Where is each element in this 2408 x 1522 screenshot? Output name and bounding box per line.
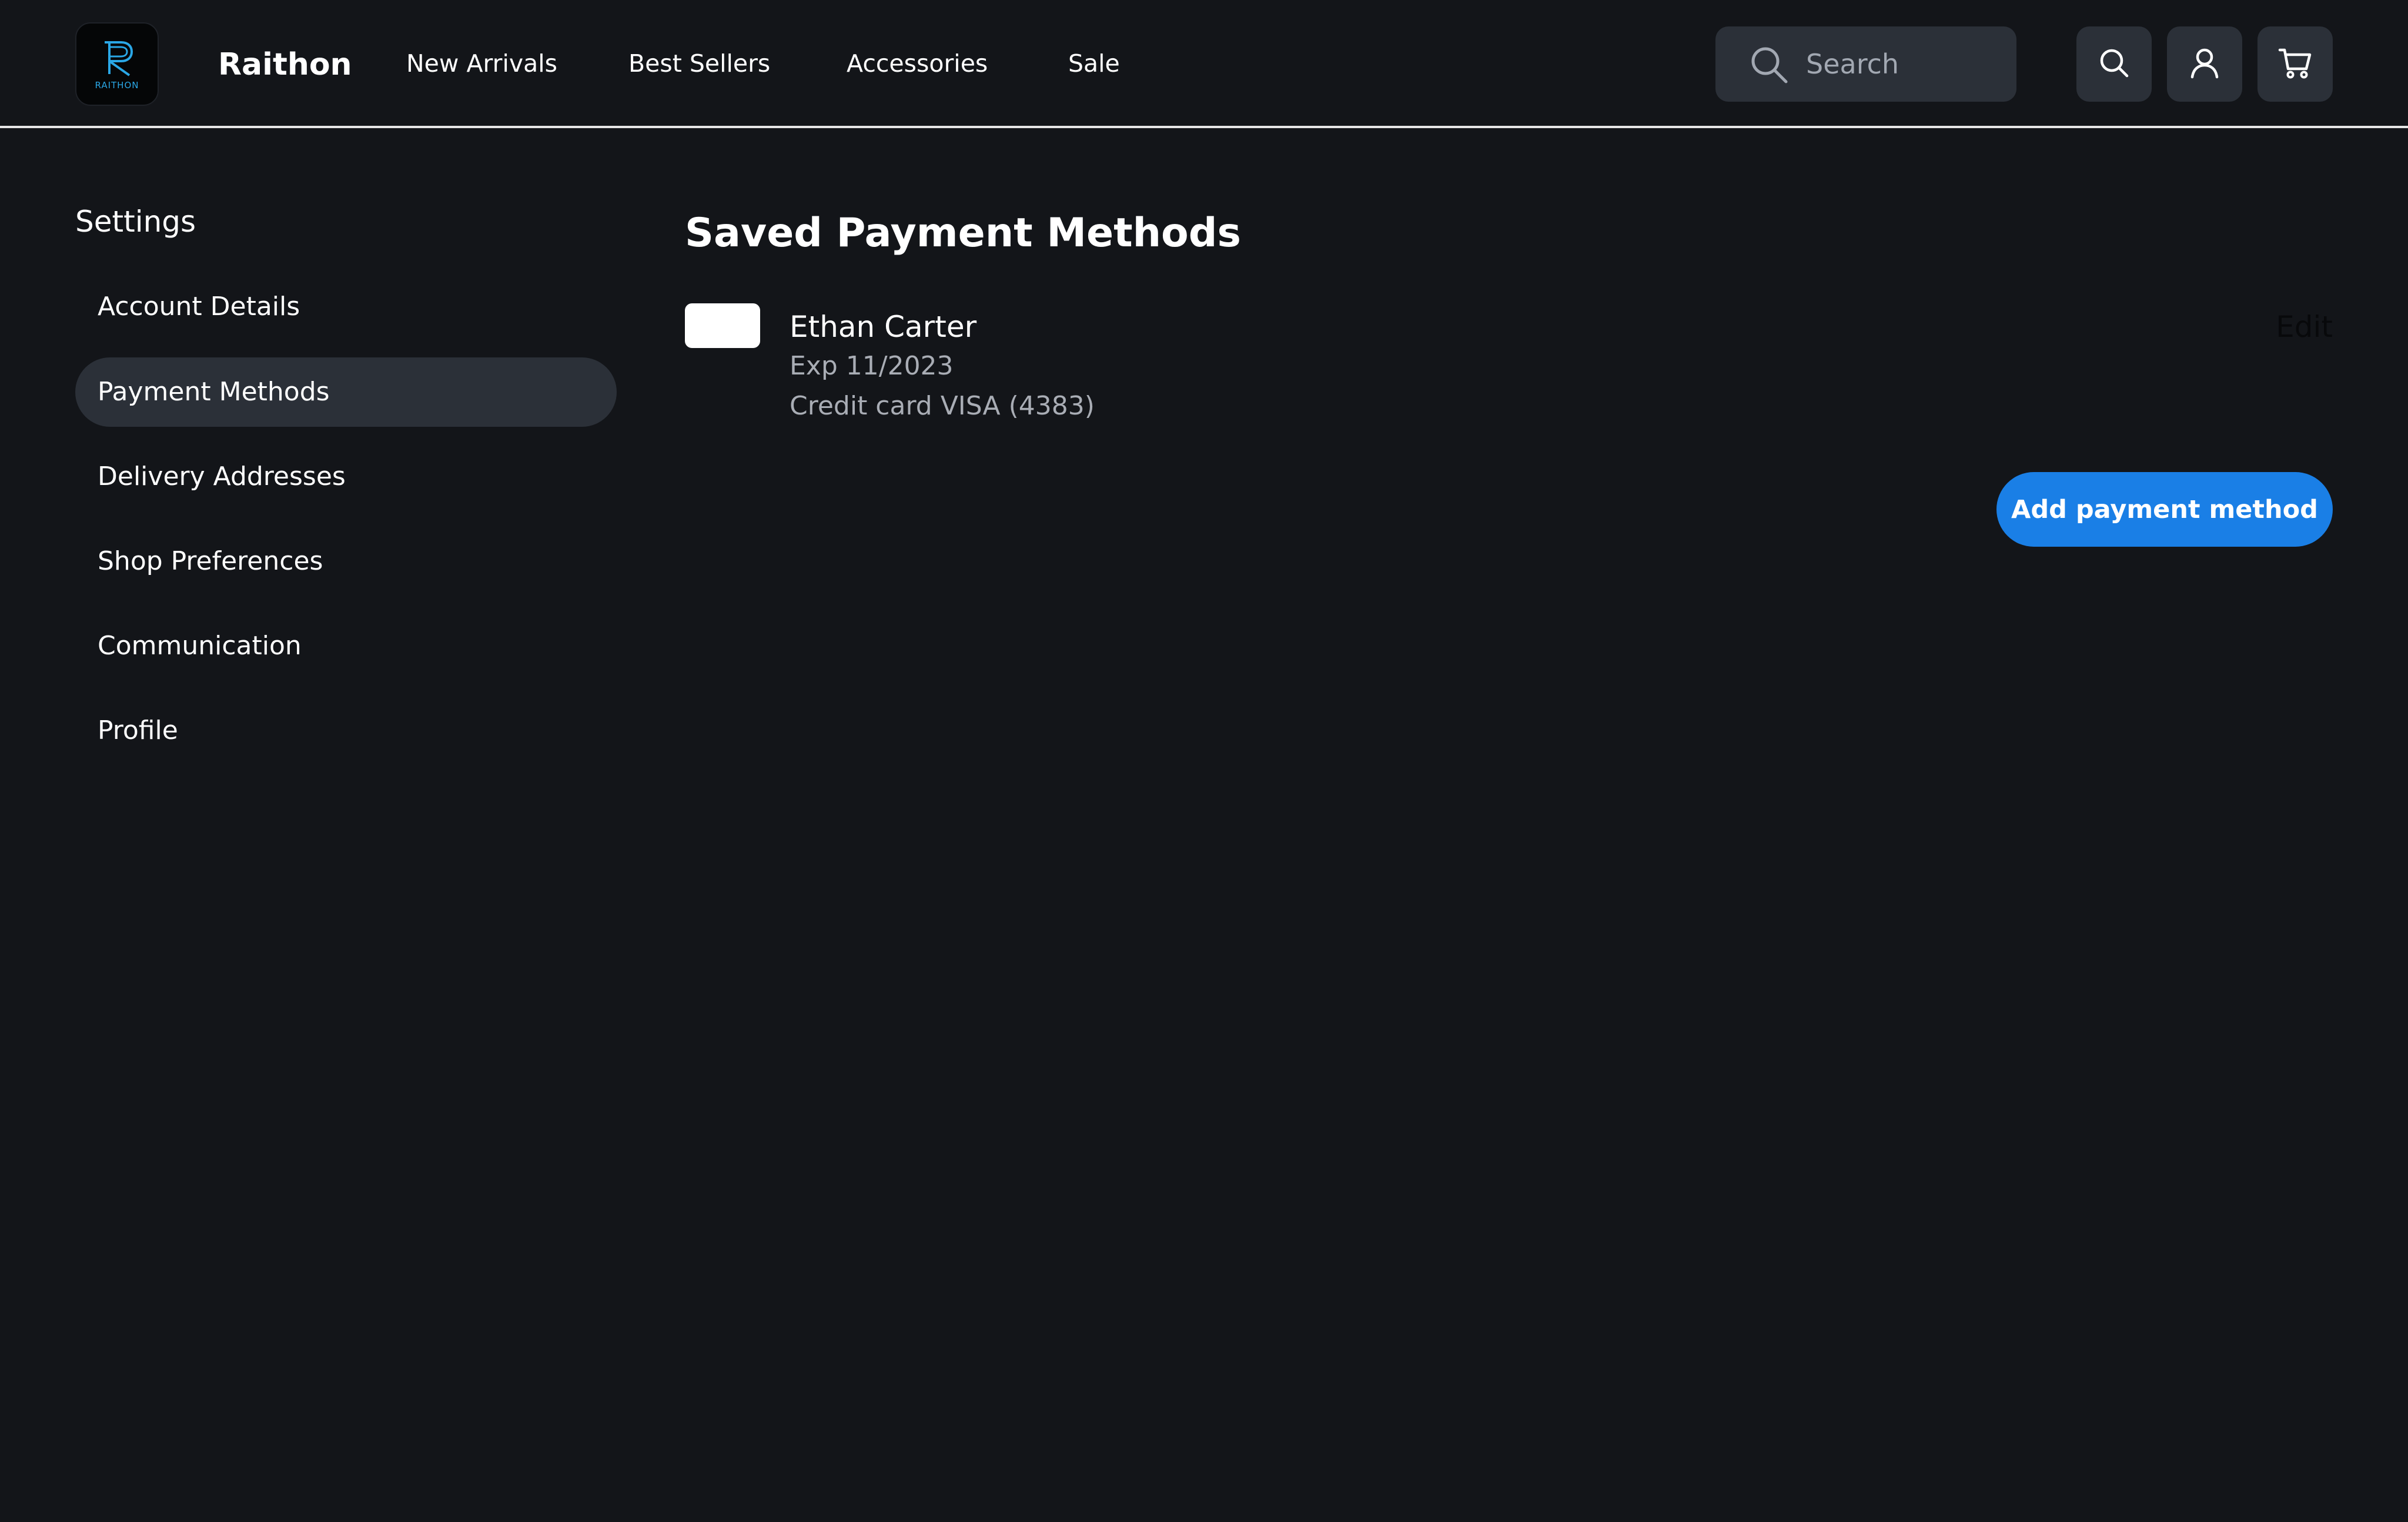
- account-button[interactable]: [2167, 26, 2242, 102]
- sidebar-item-shop-preferences[interactable]: Shop Preferences: [75, 527, 617, 596]
- sidebar-item-label: Communication: [98, 631, 302, 661]
- card-description: Credit card VISA (4383): [790, 391, 1095, 421]
- nav-new-arrivals[interactable]: New Arrivals: [406, 46, 557, 81]
- logo-wordmark: RAITHON: [95, 80, 139, 91]
- user-icon: [2188, 46, 2221, 82]
- sidebar-item-profile[interactable]: Profile: [75, 696, 617, 765]
- brand-name[interactable]: Raithon: [218, 42, 352, 87]
- sidebar-item-communication[interactable]: Communication: [75, 611, 617, 681]
- top-navigation-bar: RAITHON Raithon New Arrivals Best Seller…: [0, 0, 2408, 128]
- nav-sale[interactable]: Sale: [1068, 46, 1120, 81]
- sidebar-item-payment-methods[interactable]: Payment Methods: [75, 357, 617, 427]
- raithon-logo[interactable]: RAITHON: [75, 22, 159, 106]
- sidebar-item-label: Account Details: [98, 292, 300, 322]
- sidebar-item-account-details[interactable]: Account Details: [75, 272, 617, 342]
- sidebar-item-label: Profile: [98, 715, 178, 745]
- page-title: Saved Payment Methods: [685, 210, 1241, 256]
- card-expiry: Exp 11/2023: [790, 351, 954, 381]
- cart-icon: [2278, 46, 2312, 82]
- search-icon: [1750, 45, 1788, 86]
- search-input[interactable]: [1805, 41, 1999, 88]
- sidebar-item-delivery-addresses[interactable]: Delivery Addresses: [75, 442, 617, 511]
- logo-r-mark-icon: [105, 41, 133, 76]
- sidebar-item-label: Shop Preferences: [98, 546, 323, 576]
- add-payment-method-button[interactable]: Add payment method: [1996, 472, 2333, 547]
- credit-card-icon: [685, 303, 760, 348]
- edit-payment-method-link[interactable]: Edit: [2276, 307, 2333, 347]
- search-button[interactable]: [2076, 26, 2152, 102]
- nav-accessories[interactable]: Accessories: [847, 46, 988, 81]
- sidebar-item-label: Delivery Addresses: [98, 461, 346, 491]
- cart-button[interactable]: [2258, 26, 2333, 102]
- sidebar-item-label: Payment Methods: [98, 377, 330, 407]
- search-bar[interactable]: [1715, 26, 2016, 102]
- cardholder-name: Ethan Carter: [790, 310, 977, 344]
- search-icon: [2098, 46, 2131, 82]
- sidebar-title: Settings: [75, 205, 196, 239]
- nav-best-sellers[interactable]: Best Sellers: [628, 46, 770, 81]
